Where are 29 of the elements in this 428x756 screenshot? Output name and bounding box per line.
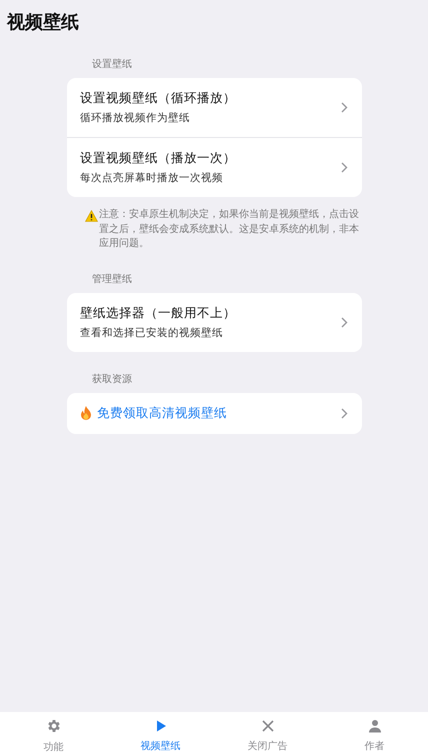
flame-icon <box>80 406 92 420</box>
settings-row[interactable]: 壁纸选择器（一般用不上） 查看和选择已安装的视频壁纸 <box>67 292 362 352</box>
page-title: 视频壁纸 <box>6 11 80 35</box>
chevron-icon <box>341 102 348 113</box>
warning-note: 注意：安卓原生机制决定，如果你当前是视频壁纸，点击设置之后，壁纸会变成系统默认。这是安卓系统的机制，非本应用问题。 <box>99 208 360 251</box>
chevron-icon <box>341 316 348 328</box>
chevron-icon <box>341 408 348 418</box>
row-subtitle: 查看和选择已安装的视频壁纸 <box>80 326 224 340</box>
tab[interactable]: 视频壁纸 <box>107 716 214 756</box>
section-header: 获取资源 <box>91 372 133 386</box>
row-subtitle: 循环播放视频作为壁纸 <box>80 111 191 125</box>
tab[interactable]: 关闭广告 <box>214 716 321 756</box>
person-icon <box>368 719 382 733</box>
settings-icon <box>46 718 62 734</box>
section-header: 管理壁纸 <box>91 272 133 286</box>
row-title: 设置视频壁纸（播放一次） <box>80 150 237 167</box>
row-subtitle: 每次点亮屏幕时播放一次视频 <box>80 171 224 185</box>
chevron-icon <box>341 162 348 173</box>
settings-row[interactable]: 免费领取高清视频壁纸 <box>67 392 362 434</box>
promo-link: 免费领取高清视频壁纸 <box>97 404 228 422</box>
tab[interactable]: 功能 <box>0 716 107 756</box>
settings-row[interactable]: 设置视频壁纸（播放一次） 每次点亮屏幕时播放一次视频 <box>67 138 362 197</box>
warning-icon <box>85 210 98 222</box>
settings-row[interactable]: 设置视频壁纸（循环播放） 循环播放视频作为壁纸 <box>67 78 362 137</box>
row-title: 壁纸选择器（一般用不上） <box>80 304 237 322</box>
tab[interactable]: 作者 <box>321 716 428 756</box>
row-title: 设置视频壁纸（循环播放） <box>80 90 237 107</box>
section-header: 设置壁纸 <box>91 58 133 72</box>
close-icon <box>260 719 274 733</box>
